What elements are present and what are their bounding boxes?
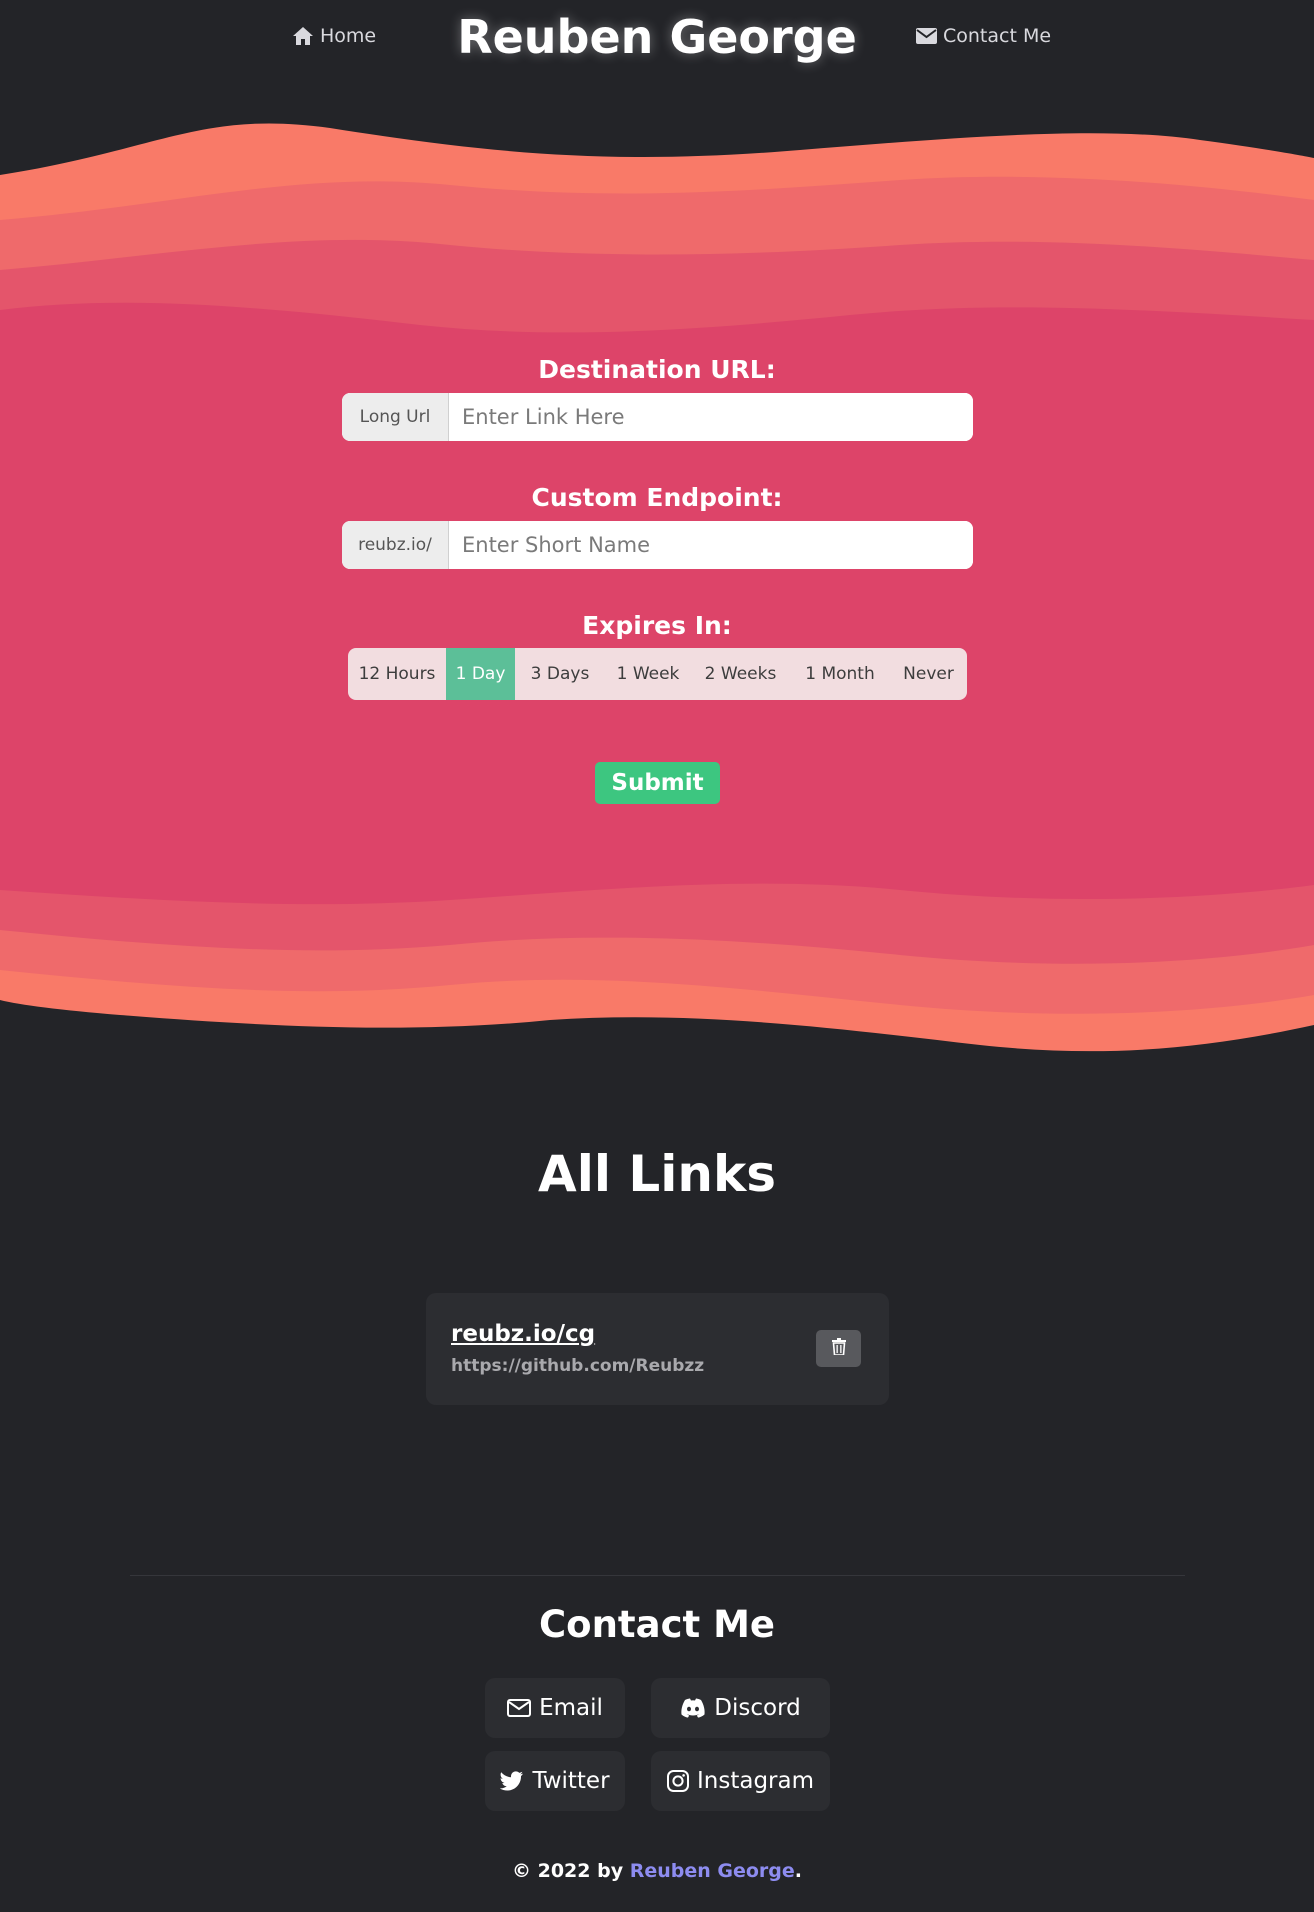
expiry-option-3-days[interactable]: 3 Days (515, 648, 605, 700)
twitter-button[interactable]: Twitter (485, 1751, 625, 1811)
contact-me-title: Contact Me (539, 1603, 775, 1646)
expiry-option-12-hours[interactable]: 12 Hours (348, 648, 446, 700)
custom-endpoint-prefix: reubz.io/ (342, 521, 449, 569)
instagram-label: Instagram (696, 1768, 814, 1794)
expiry-option-never[interactable]: Never (890, 648, 967, 700)
destination-url-input[interactable] (449, 393, 973, 441)
twitter-label: Twitter (532, 1768, 610, 1794)
discord-label: Discord (714, 1695, 801, 1721)
nav-home-label: Home (320, 25, 377, 47)
expires-in-title: Expires In: (582, 611, 732, 640)
home-icon (292, 26, 314, 46)
email-button[interactable]: Email (485, 1678, 625, 1738)
expiry-option-1-week[interactable]: 1 Week (605, 648, 691, 700)
envelope-icon (916, 28, 937, 44)
discord-icon (680, 1698, 706, 1718)
nav-home-link[interactable]: Home (292, 25, 376, 47)
footer: © 2022 by Reuben George. (0, 1860, 1314, 1882)
destination-link-text: https://github.com/Reubzz (451, 1356, 705, 1376)
top-nav: Home Reuben George Contact Me (0, 0, 1314, 80)
expiry-option-1-month[interactable]: 1 Month (790, 648, 890, 700)
delete-link-button[interactable] (816, 1330, 861, 1367)
section-divider (130, 1575, 1185, 1576)
trash-icon (831, 1338, 846, 1359)
custom-endpoint-input[interactable] (449, 521, 973, 569)
all-links-title: All Links (538, 1145, 776, 1203)
expiry-option-1-day[interactable]: 1 Day (446, 648, 515, 700)
instagram-icon (666, 1770, 689, 1792)
page: Home Reuben George Contact Me Destinatio… (0, 0, 1314, 1912)
site-brand: Reuben George (457, 10, 857, 64)
destination-url-title: Destination URL: (538, 355, 776, 384)
link-card: reubz.io/cg https://github.com/Reubzz (426, 1293, 889, 1405)
custom-endpoint-group: reubz.io/ (342, 521, 973, 569)
discord-button[interactable]: Discord (651, 1678, 830, 1738)
footer-suffix: . (794, 1860, 802, 1882)
short-link[interactable]: reubz.io/cg (451, 1321, 595, 1347)
hero-wave-background (0, 123, 1314, 1052)
expiry-button-group: 12 Hours 1 Day 3 Days 1 Week 2 Weeks 1 M… (348, 648, 967, 700)
instagram-button[interactable]: Instagram (651, 1751, 830, 1811)
destination-url-prefix: Long Url (342, 393, 449, 441)
twitter-bird-icon (500, 1771, 524, 1791)
submit-button[interactable]: Submit (595, 762, 720, 804)
footer-author-link[interactable]: Reuben George (630, 1860, 795, 1882)
nav-contact-link[interactable]: Contact Me (916, 25, 1051, 47)
nav-contact-label: Contact Me (943, 25, 1052, 47)
custom-endpoint-title: Custom Endpoint: (531, 483, 783, 512)
expiry-option-2-weeks[interactable]: 2 Weeks (691, 648, 790, 700)
footer-copyright: © 2022 by (512, 1860, 630, 1882)
envelope-outline-icon (507, 1699, 532, 1717)
email-label: Email (539, 1695, 603, 1721)
destination-url-group: Long Url (342, 393, 973, 441)
